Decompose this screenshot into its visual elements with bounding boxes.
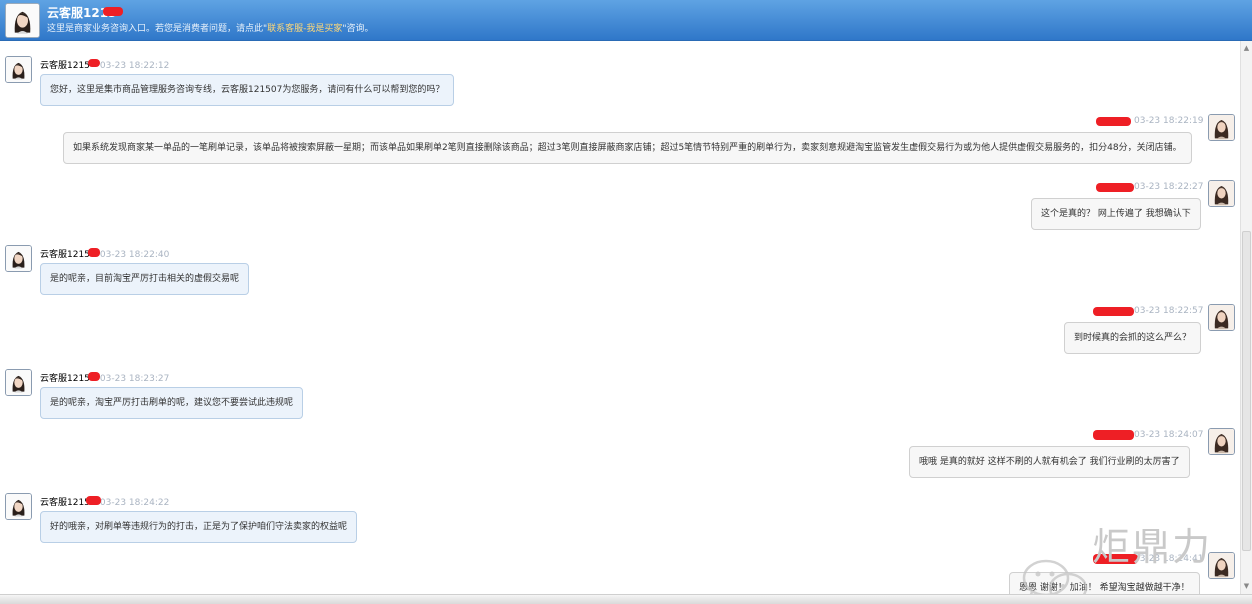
chat-area[interactable]: 云客服1215 03-23 18:22:12 您好，这里是集市商品管理服务咨询专线… [0,41,1240,594]
seller-avatar-icon [1209,429,1234,454]
avatar [5,3,40,38]
message-meta: 云客服1215 03-23 18:23:27 [40,371,169,384]
scroll-thumb[interactable] [1242,231,1251,551]
avatar [1208,114,1235,141]
message-bubble: 如果系统发现商家某一单品的一笔刷单记录，该单品将被搜索屏蔽一星期；而该单品如果刷… [63,132,1192,164]
header-notice: 这里是商家业务咨询入口。若您是消费者问题，请点此"联系客服-我是买家"咨询。 [47,21,374,34]
message-meta: 03-23 18:22:27 [1134,182,1203,192]
scroll-down-icon[interactable]: ▼ [1242,581,1251,591]
message-meta: 03-23 18:24:07 [1134,430,1203,440]
sender-name: 云客服1215 [40,61,90,71]
avatar [5,56,32,83]
redaction-mark [88,59,100,67]
message-bubble: 您好，这里是集市商品管理服务咨询专线，云客服121507为您服务，请问有什么可以… [40,74,455,106]
seller-avatar-icon [1209,115,1234,140]
redaction-mark [1093,307,1134,316]
contact-buyer-service-link[interactable]: 联系客服-我是买家 [267,24,342,34]
customer-service-avatar-icon [6,246,31,271]
redaction-mark [86,496,101,505]
message-bubble: 是的呢亲，目前淘宝严厉打击相关的虚假交易呢 [40,263,250,295]
message-time: 03-23 18:23:27 [99,374,170,384]
avatar [5,369,32,396]
redaction-mark [88,248,100,257]
seller-avatar-icon [1209,181,1234,206]
bottom-bar [0,594,1252,604]
message-bubble: 是的呢亲，淘宝严厉打击刷单的呢，建议您不要尝试此违规呢 [40,387,304,419]
customer-service-avatar-icon [6,370,31,395]
message-meta: 03-23 18:22:57 [1134,306,1203,316]
avatar [1208,304,1235,331]
vertical-scrollbar[interactable]: ▲ ▼ [1240,41,1252,594]
notice-text-end: "咨询。 [342,24,374,34]
avatar [1208,180,1235,207]
message-meta: 03-23 18:22:19 [1134,116,1203,126]
customer-service-avatar-icon [6,494,31,519]
avatar [5,245,32,272]
redaction-mark [88,372,100,381]
message-bubble: 到时候真的会抓的这么严么？ [1064,322,1202,354]
message-time: 03-23 18:22:27 [1134,182,1204,192]
scroll-up-icon[interactable]: ▲ [1242,43,1251,53]
message-bubble: 好的哦亲，对刷单等违规行为的打击，正是为了保护咱们守法卖家的权益呢 [40,511,358,543]
sender-name: 云客服1215 [40,250,90,260]
message-time: 03-23 18:22:19 [1134,116,1204,126]
sender-name: 云客服1215 [40,374,90,384]
avatar [5,493,32,520]
message-meta: 云客服1215 03-23 18:22:40 [40,247,169,260]
message-time: 03-23 18:22:57 [1134,306,1204,316]
message-time: 03-23 18:22:12 [99,61,170,71]
redaction-mark [1096,117,1131,126]
chat-header: 云客服1215 这里是商家业务咨询入口。若您是消费者问题，请点此"联系客服-我是… [0,0,1252,41]
message-time: 03-23 18:24:22 [99,498,170,508]
message-bubble: 哦哦 是真的就好 这样不刷的人就有机会了 我们行业刷的太厉害了 [909,446,1190,478]
notice-text: 这里是商家业务咨询入口。若您是消费者问题，请点此" [47,24,268,34]
message-bubble: 这个是真的？ 网上传遍了 我想确认下 [1031,198,1201,230]
message-meta: 云客服1215 03-23 18:24:22 [40,495,169,508]
redaction-mark [103,7,123,16]
message-time: 03-23 18:22:40 [99,250,170,260]
customer-service-avatar-icon [6,4,39,37]
redaction-mark [1093,430,1134,440]
message-meta: 云客服1215 03-23 18:22:12 [40,58,169,71]
redaction-mark [1096,183,1134,192]
customer-service-avatar-icon [6,57,31,82]
message-time: 03-23 18:24:07 [1134,430,1204,440]
watermark-text: 炬鼎力 [1092,525,1213,569]
seller-avatar-icon [1209,305,1234,330]
sender-name: 云客服1215 [40,498,90,508]
avatar [1208,428,1235,455]
